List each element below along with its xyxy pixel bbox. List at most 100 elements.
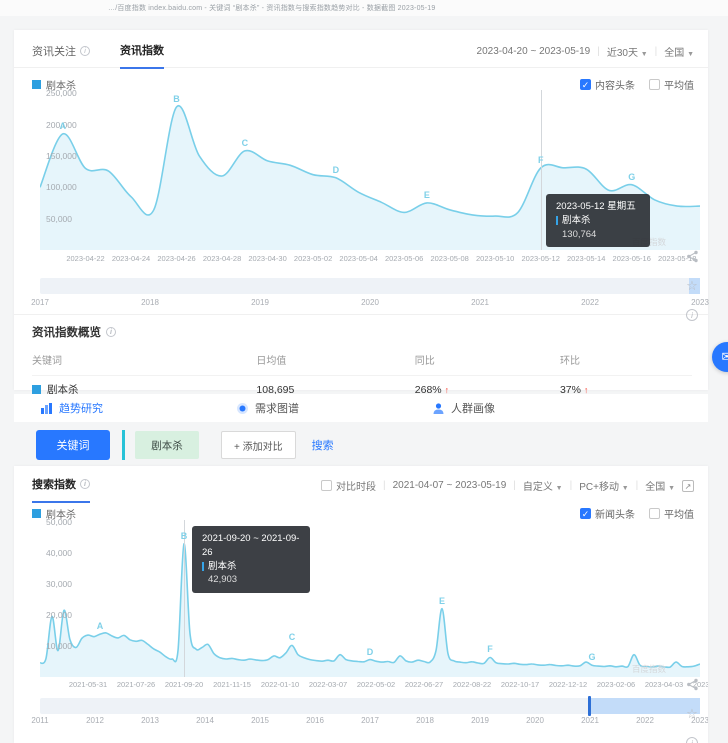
y-tick-label: 250,000	[46, 88, 77, 98]
slider-year-label: 2022	[636, 716, 654, 725]
legend-swatch	[32, 80, 41, 89]
up-arrow-icon: ↑	[445, 385, 450, 395]
checkbox-empty-icon	[649, 508, 660, 519]
tab-search-index[interactable]: 搜索指数 i	[32, 476, 90, 503]
checkbox-checked-icon: ✓	[580, 508, 591, 519]
external-link-icon[interactable]: ↗	[682, 480, 694, 492]
news-index-chart[interactable]: 50,000100,000150,000200,000250,000 ABCDE…	[40, 90, 700, 250]
tab-news-follow-label: 资讯关注	[32, 43, 76, 59]
slider-year-label: 2012	[86, 716, 104, 725]
nav-demand-map[interactable]: 需求图谱	[236, 400, 406, 416]
x-tick-label: 2022-03-07	[309, 680, 347, 689]
slider-year-label: 2011	[31, 716, 48, 725]
region-select[interactable]: 全国 ▼	[664, 44, 694, 59]
tab-news-index[interactable]: 资讯指数	[120, 42, 164, 69]
info-icon: i	[106, 327, 116, 337]
slider-year-label: 2020	[526, 716, 544, 725]
card1-header-controls: 2023-04-20 ~ 2023-05-19 | 近30天 ▼ | 全国 ▼	[477, 44, 694, 59]
y-tick-label: 10,000	[46, 641, 72, 651]
y-tick-label: 50,000	[46, 517, 72, 527]
search-link[interactable]: 搜索	[312, 437, 334, 453]
bar-chart-icon	[40, 402, 53, 415]
event-marker-B[interactable]: B	[181, 531, 188, 541]
star-icon[interactable]: ☆	[684, 706, 700, 722]
page: …/百度指数 index.baidu.com - 关键词 “剧本杀” - 资讯指…	[0, 0, 728, 743]
section-divider	[14, 314, 708, 315]
x-tick-label: 2023-05-12	[522, 254, 560, 263]
search-index-card: 搜索指数 i 对比时段 | 2021-04-07 ~ 2023-05-19 | …	[14, 466, 708, 743]
share-icon[interactable]	[684, 250, 700, 266]
average-checkbox[interactable]: 平均值	[649, 506, 694, 521]
keyword-tag[interactable]: 剧本杀	[135, 431, 199, 459]
feedback-float-button[interactable]: ✉	[712, 342, 728, 372]
timeline-slider[interactable]	[40, 278, 700, 294]
slider-year-label: 2017	[31, 298, 49, 307]
event-marker-D[interactable]: D	[333, 165, 340, 175]
event-marker-G[interactable]: G	[628, 172, 635, 182]
x-tick-label: 2023-05-06	[385, 254, 423, 263]
x-axis-ticks: 2023-04-222023-04-242023-04-262023-04-28…	[40, 254, 708, 266]
feature-nav: 趋势研究 需求图谱 人群画像	[14, 394, 708, 422]
event-marker-D[interactable]: D	[367, 647, 374, 657]
x-tick-label: 2023-05-16	[613, 254, 651, 263]
news-headline-checkbox[interactable]: ✓ 新闻头条	[580, 506, 635, 521]
date-range: 2021-04-07 ~ 2023-05-19	[393, 480, 507, 491]
timeline-slider[interactable]	[40, 698, 700, 714]
device-select[interactable]: PC+移动 ▼	[579, 478, 628, 493]
tooltip-date: 2021-09-20 ~ 2021-09-26	[202, 532, 300, 560]
slider-year-label: 2018	[416, 716, 434, 725]
x-tick-label: 2022-01-10	[261, 680, 299, 689]
event-marker-B[interactable]: B	[173, 94, 180, 104]
event-marker-A[interactable]: A	[97, 621, 104, 631]
x-tick-label: 2022-06-27	[405, 680, 443, 689]
share-icon[interactable]	[684, 678, 700, 694]
x-tick-label: 2022-10-17	[501, 680, 539, 689]
tooltip-series-bar	[556, 216, 558, 225]
add-compare-button[interactable]: + 添加对比	[221, 431, 296, 459]
event-marker-E[interactable]: E	[424, 190, 430, 200]
x-tick-label: 2021-11-15	[213, 680, 251, 689]
event-marker-C[interactable]: C	[289, 632, 296, 642]
event-marker-F[interactable]: F	[487, 644, 493, 654]
keyword-button[interactable]: 关键词	[36, 430, 110, 460]
separator: |	[597, 46, 600, 57]
y-tick-label: 50,000	[46, 214, 72, 224]
slider-year-label: 2017	[361, 716, 379, 725]
x-tick-label: 2023-05-02	[294, 254, 332, 263]
slider-handle[interactable]	[588, 696, 591, 716]
timeline-years: 2017201820192020202120222023	[40, 298, 708, 310]
search-index-chart[interactable]: 10,00020,00030,00040,00050,000 ABCDEFG 百…	[40, 520, 700, 677]
col-mom: 环比	[560, 352, 692, 367]
legend-swatch	[32, 385, 41, 394]
info-circle-icon[interactable]: i	[684, 306, 700, 322]
tooltip-date: 2023-05-12 星期五	[556, 200, 640, 214]
slider-year-label: 2019	[251, 298, 269, 307]
event-marker-F[interactable]: F	[538, 155, 544, 165]
region-select[interactable]: 全国 ▼	[645, 478, 675, 493]
star-icon[interactable]: ☆	[684, 278, 700, 294]
nav-trend-research[interactable]: 趋势研究	[40, 400, 210, 416]
slider-year-label: 2018	[141, 298, 159, 307]
range-select[interactable]: 自定义 ▼	[523, 478, 563, 493]
nav-demographics[interactable]: 人群画像	[432, 400, 602, 416]
event-marker-A[interactable]: A	[60, 121, 67, 131]
info-circle-icon[interactable]: i	[684, 734, 700, 743]
range-select[interactable]: 近30天 ▼	[607, 44, 648, 59]
x-tick-label: 2023-05-10	[476, 254, 514, 263]
x-tick-label: 2023-05-04	[339, 254, 377, 263]
y-tick-label: 150,000	[46, 151, 77, 161]
event-marker-E[interactable]: E	[439, 596, 445, 606]
slider-year-label: 2019	[471, 716, 489, 725]
nav-label: 人群画像	[451, 400, 495, 416]
nav-label: 需求图谱	[255, 400, 299, 416]
y-tick-label: 40,000	[46, 548, 72, 558]
tab-news-follow[interactable]: 资讯关注 i	[32, 42, 90, 69]
checkbox-label: 平均值	[664, 506, 694, 521]
compare-period-checkbox[interactable]: 对比时段	[321, 478, 376, 493]
checkbox-checked-icon: ✓	[580, 79, 591, 90]
event-marker-C[interactable]: C	[242, 138, 249, 148]
y-tick-label: 20,000	[46, 610, 72, 620]
info-icon: i	[80, 46, 90, 56]
event-marker-G[interactable]: G	[588, 652, 595, 662]
chart2-tooltip: 2021-09-20 ~ 2021-09-26 剧本杀 42,903	[192, 526, 310, 593]
